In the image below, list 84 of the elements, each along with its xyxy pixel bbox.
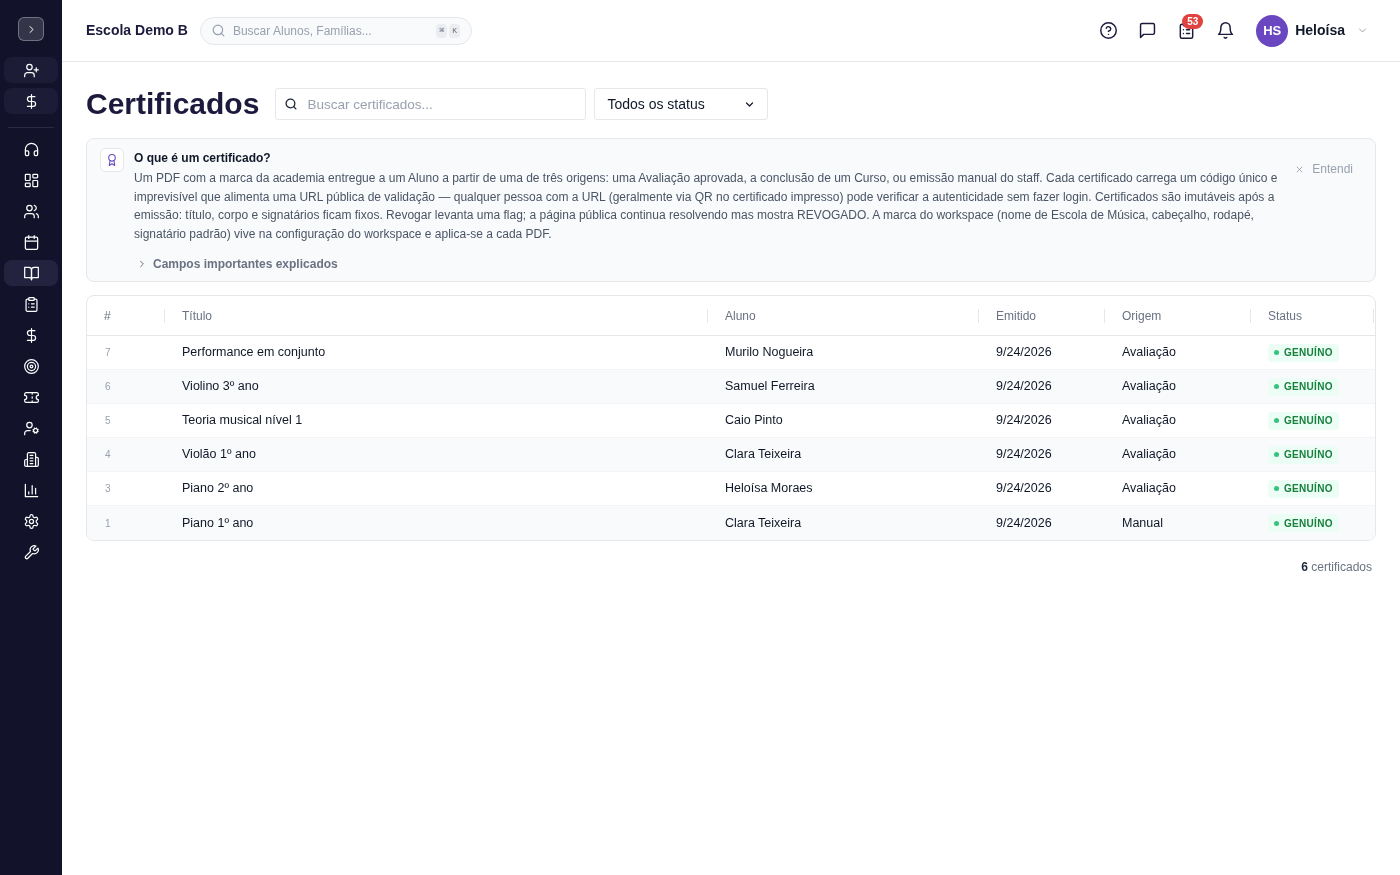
bar-chart-icon (23, 482, 39, 498)
users-icon (23, 203, 39, 219)
column-header: Emitido (996, 307, 1036, 325)
column-header: Status (1268, 307, 1303, 325)
user-menu-button[interactable]: HS Heloísa (1256, 14, 1368, 47)
page-title: Certificados (86, 89, 260, 119)
headphones-icon (23, 141, 39, 157)
table-cell-text: Performance em conjunto (182, 344, 326, 362)
wrench-icon (23, 544, 39, 560)
status-label: GENUÍNO (1284, 379, 1333, 394)
table-cell-text: 3 (105, 482, 111, 496)
table-cell-text: 1 (105, 516, 111, 531)
table-cell-text: Manual (1122, 514, 1163, 532)
status-label: GENUÍNO (1284, 413, 1333, 428)
table-cell-text: 9/24/2026 (996, 378, 1052, 396)
status-filter-select[interactable]: Todos os status (594, 88, 769, 120)
sidebar-item[interactable] (4, 260, 58, 286)
table-cell-text: 4 (105, 448, 111, 462)
building-icon (23, 451, 39, 467)
chat-icon (1138, 22, 1156, 39)
table-cell-text: Caio Pinto (725, 412, 783, 430)
tasks-button[interactable]: 53 (1170, 14, 1203, 47)
column-header: Título (182, 307, 212, 325)
table-cell-text: 9/24/2026 (996, 446, 1052, 464)
dismiss-button[interactable]: Entendi (1295, 161, 1353, 177)
calendar-icon (23, 234, 39, 250)
clipboard-list-icon (23, 296, 39, 312)
table-cell-text: Avaliação (1122, 446, 1176, 464)
table-cell-text: Clara Teixeira (725, 514, 802, 532)
help-icon (1099, 22, 1117, 39)
quick-action-button[interactable] (4, 57, 58, 83)
table-cell-text: Avaliação (1122, 378, 1176, 396)
shortcut-key: K (449, 23, 460, 38)
table-cell-text: Avaliação (1122, 480, 1176, 498)
table-cell-text: Heloísa Moraes (725, 480, 813, 498)
table-cell-text: Violão 1º ano (182, 446, 256, 464)
table-cell-text: 9/24/2026 (996, 412, 1052, 430)
table-cell-text: Violino 3º ano (182, 378, 259, 396)
workspace-name: Escola Demo B (86, 21, 188, 40)
column-header: Origem (1122, 307, 1162, 325)
shortcut-key: ⌘ (436, 23, 448, 38)
status-label: GENUÍNO (1284, 481, 1333, 496)
table-cell-text: Teoria musical nível 1 (182, 412, 303, 430)
table-cell-text: 7 (105, 346, 111, 360)
status-label: GENUÍNO (1284, 516, 1333, 531)
table-cell-text: Piano 1º ano (182, 514, 254, 532)
search-icon (211, 24, 225, 37)
chevron-right-icon (137, 259, 147, 269)
user-gear-icon (23, 420, 39, 436)
sidebar-toggle-button[interactable] (18, 17, 44, 41)
book-icon (23, 265, 39, 281)
details-toggle[interactable]: Campos importantes explicados (137, 256, 338, 272)
ticket-icon (23, 389, 39, 405)
info-text: Um PDF com a marca da academia entregue a um Aluno a partir de uma de três origens: uma Avaliação aprovada, a conclusão de um Curso, ou emissão manual do staff. Cada certificado carrega um código único e imprevisível que alimenta uma URL pública de validação — qualquer pessoa com a URL (geralmente via QR no certificado impresso) pode verificar a autenticidade sem fazer login. Certificados são imutáveis após a emissão: título, corpo e signatários ficam fixos. Revogar levanta uma flag; a página pública continua resolvendo mas mostra REVOGADO. A marca do workspace (nome de Escola de Música, cabeçalho, rodapé, signatário padrão) vive na configuração do workspace e aplica-se a cada PDF. (134, 170, 1279, 243)
table-cell-text: Murilo Nogueira (725, 344, 814, 362)
table-cell-text: 9/24/2026 (996, 344, 1052, 362)
dashboard-icon (23, 172, 39, 188)
close-icon (1295, 164, 1305, 174)
table-cell-text: Avaliação (1122, 344, 1176, 362)
table-cell-text: Samuel Ferreira (725, 378, 815, 396)
column-header: # (104, 307, 111, 325)
table-cell-text: 5 (105, 414, 111, 428)
table-cell-text: 6 (105, 380, 111, 394)
settings-icon (23, 513, 39, 529)
certificate-count: 6 certificados (1301, 560, 1372, 574)
table-cell-text: 9/24/2026 (996, 514, 1052, 532)
table-cell-text: 9/24/2026 (996, 480, 1052, 498)
quick-action-button[interactable] (4, 88, 58, 114)
info-title: O que é um certificado? (134, 150, 271, 166)
user-plus-icon (23, 62, 39, 78)
status-label: GENUÍNO (1284, 345, 1333, 360)
column-header: Aluno (725, 307, 756, 325)
user-name: Heloísa (1295, 21, 1345, 40)
table-cell-text: Avaliação (1122, 412, 1176, 430)
table-cell-text: Clara Teixeira (725, 446, 802, 464)
avatar: HS (1256, 14, 1289, 47)
search-icon (285, 98, 298, 110)
target-icon (23, 358, 39, 374)
certificate-search-field[interactable]: Buscar certificados... (275, 88, 587, 120)
award-icon (100, 148, 124, 172)
status-label: GENUÍNO (1284, 447, 1333, 462)
table-cell-text: Piano 2º ano (182, 480, 254, 498)
notification-badge: 53 (1182, 13, 1204, 29)
bell-icon (1216, 22, 1234, 39)
